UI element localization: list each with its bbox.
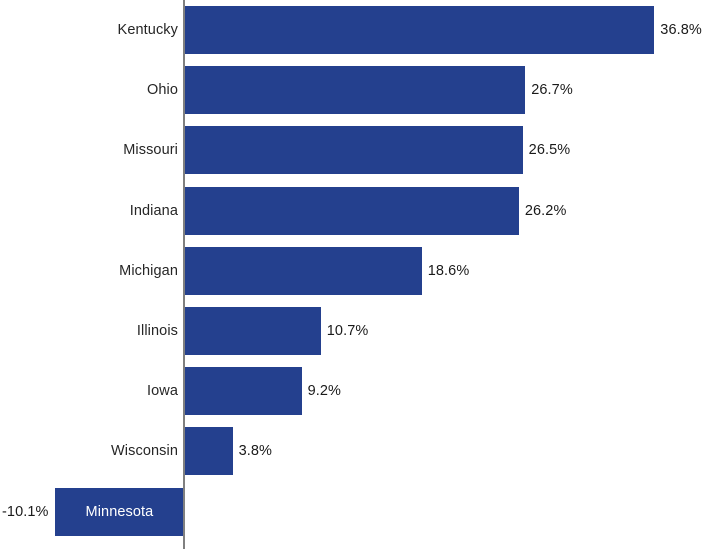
- bar[interactable]: [184, 126, 523, 175]
- value-label-ohio: 26.7%: [531, 82, 573, 99]
- bar-row: Wisconsin 3.8%: [0, 421, 702, 481]
- bar-row: Kentucky 36.8%: [0, 0, 702, 60]
- bar-row: Minnesota -10.1%: [0, 482, 702, 542]
- category-label-minnesota: Minnesota: [85, 503, 154, 520]
- category-label-iowa: Iowa: [146, 383, 178, 400]
- bar[interactable]: [184, 6, 655, 54]
- bar[interactable]: [184, 307, 321, 355]
- value-label-iowa: 9.2%: [307, 383, 342, 400]
- category-label-kentucky: Kentucky: [117, 22, 178, 38]
- bar[interactable]: [184, 66, 526, 115]
- bar[interactable]: [184, 186, 519, 235]
- bar-row: Illinois 10.7%: [0, 301, 702, 361]
- value-label-kentucky: 36.8%: [660, 22, 702, 38]
- category-label-illinois: Illinois: [136, 323, 178, 339]
- value-label-minnesota: -10.1%: [2, 503, 49, 520]
- bar-row: Iowa 9.2%: [0, 361, 702, 421]
- value-label-indiana: 26.2%: [524, 202, 567, 219]
- category-label-michigan: Michigan: [119, 262, 178, 279]
- bar[interactable]: [184, 246, 422, 295]
- bar[interactable]: [184, 427, 233, 476]
- bar-row: Indiana 26.2%: [0, 181, 702, 241]
- category-label-indiana: Indiana: [129, 202, 178, 219]
- zero-axis-line: [183, 0, 185, 549]
- category-label-missouri: Missouri: [123, 142, 178, 159]
- value-label-michigan: 18.6%: [427, 262, 470, 279]
- value-label-illinois: 10.7%: [326, 323, 369, 339]
- value-label-missouri: 26.5%: [528, 142, 571, 159]
- value-label-wisconsin: 3.8%: [238, 443, 273, 460]
- bar-row: Michigan 18.6%: [0, 241, 702, 301]
- bar-row: Ohio 26.7%: [0, 60, 702, 120]
- bar[interactable]: [184, 367, 302, 416]
- bar-row: Missouri 26.5%: [0, 120, 702, 180]
- category-label-ohio: Ohio: [146, 82, 178, 99]
- bar-chart: Kentucky 36.8% Ohio 26.7% Missouri 26.5% India…: [0, 0, 702, 550]
- category-label-wisconsin: Wisconsin: [111, 443, 178, 460]
